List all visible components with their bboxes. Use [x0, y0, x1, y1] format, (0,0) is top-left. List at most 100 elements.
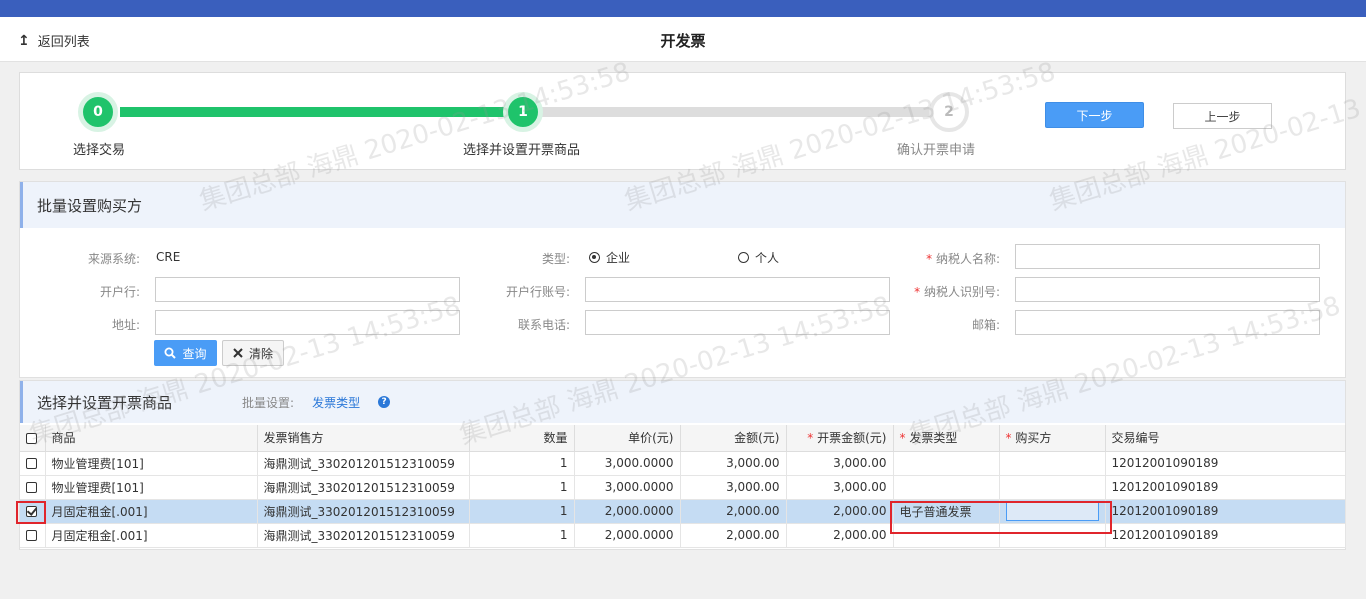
email-label: 邮箱: [971, 318, 1000, 332]
buyer-panel-heading: 批量设置购买方 [20, 182, 1345, 228]
cell-qty: 1 [469, 499, 575, 524]
row-checkbox[interactable] [26, 482, 37, 493]
cell-amount: 3,000.00 [680, 475, 787, 500]
taxpayer-id-label: * 纳税人识别号: [914, 285, 1000, 299]
step-2-label: 确认开票申请 [897, 143, 976, 158]
table-row[interactable]: 物业管理费[101] 海鼎测试_330201201512310059 1 3,000.… [20, 451, 1346, 476]
cell-buyer[interactable] [999, 523, 1106, 548]
cell-buyer[interactable] [999, 451, 1106, 476]
goods-heading-text: 选择并设置开票商品 [37, 393, 173, 412]
select-all-checkbox[interactable] [26, 432, 37, 444]
address-label: 地址: [111, 318, 140, 332]
query-button[interactable]: 查询 [154, 340, 217, 366]
cell-invoice-type[interactable]: 电子普通发票 [893, 499, 1000, 524]
cell-invoice-type[interactable] [893, 523, 1000, 548]
required-mark: * [914, 285, 921, 299]
row-checkbox-cell[interactable] [20, 451, 46, 476]
type-individual-label: 个人 [755, 251, 780, 265]
buyer-cell-input[interactable] [1005, 501, 1099, 521]
cell-invoice-amount: 3,000.00 [786, 475, 894, 500]
next-step-button[interactable]: 下一步 [1045, 102, 1144, 128]
col-invoice-amount: * 开票金额(元) [786, 425, 894, 452]
goods-table: 商品 发票销售方 数量 单价(元) 金额(元) * 开票金额(元) * 发票类型… [20, 425, 1346, 548]
step-1-circle: 1 [503, 92, 543, 132]
col-buyer: * 购买方 [999, 425, 1106, 452]
cell-invoice-type[interactable] [893, 451, 1000, 476]
prev-step-button[interactable]: 上一步 [1173, 103, 1272, 129]
type-radio-individual[interactable]: 个人 [738, 249, 779, 266]
select-all-cell[interactable] [20, 425, 46, 452]
row-checkbox[interactable] [26, 530, 37, 541]
cell-invoice-type[interactable] [893, 475, 1000, 500]
cell-trade-no: 12012001090189 [1105, 475, 1346, 500]
cell-buyer[interactable] [999, 499, 1106, 524]
col-qty: 数量 [469, 425, 575, 452]
page-header: ↥ 返回列表 开发票 [0, 17, 1366, 62]
row-checkbox-cell[interactable] [20, 523, 46, 548]
cell-amount: 2,000.00 [680, 523, 787, 548]
cell-seller: 海鼎测试_330201201512310059 [257, 499, 470, 524]
table-row[interactable]: 物业管理费[101] 海鼎测试_330201201512310059 1 3,000.… [20, 475, 1346, 500]
cell-product: 物业管理费[101] [45, 451, 258, 476]
cell-amount: 2,000.00 [680, 499, 787, 524]
step-2-circle: 2 [929, 92, 969, 132]
progress-line-done [120, 107, 525, 117]
col-price: 单价(元) [574, 425, 681, 452]
checkbox-checked-icon[interactable] [26, 506, 37, 517]
page-title: 开发票 [660, 32, 706, 50]
cell-seller: 海鼎测试_330201201512310059 [257, 475, 470, 500]
bank-label: 开户行: [99, 285, 140, 299]
help-icon[interactable]: ? [378, 396, 391, 408]
cell-qty: 1 [469, 451, 575, 476]
bank-account-label: 开户行账号: [505, 285, 570, 299]
type-radio-enterprise[interactable]: 企业 [589, 249, 630, 266]
address-input[interactable] [155, 310, 460, 335]
phone-input[interactable] [585, 310, 890, 335]
table-row[interactable]: 月固定租金[.001] 海鼎测试_330201201512310059 1 2,000… [20, 499, 1346, 524]
taxpayer-name-input[interactable] [1015, 244, 1320, 269]
row-checkbox-cell[interactable] [20, 475, 46, 500]
search-icon [164, 347, 177, 359]
batch-invoice-type-link[interactable]: 发票类型 [312, 394, 360, 411]
clear-button[interactable]: 清除 [222, 340, 284, 366]
taxpayer-id-input[interactable] [1015, 277, 1320, 302]
table-header-row: 商品 发票销售方 数量 单价(元) 金额(元) * 开票金额(元) * 发票类型… [20, 425, 1346, 452]
row-checkbox[interactable] [26, 458, 37, 469]
col-seller: 发票销售方 [257, 425, 470, 452]
cell-trade-no: 12012001090189 [1105, 499, 1346, 524]
batch-settings-label: 批量设置: [242, 395, 295, 410]
email-input[interactable] [1015, 310, 1320, 335]
cell-trade-no: 12012001090189 [1105, 451, 1346, 476]
col-trade-no: 交易编号 [1105, 425, 1346, 452]
cell-product: 月固定租金[.001] [45, 499, 258, 524]
phone-label: 联系电话: [517, 318, 570, 332]
cell-qty: 1 [469, 475, 575, 500]
cell-product: 物业管理费[101] [45, 475, 258, 500]
step-0-circle: 0 [78, 92, 118, 132]
table-row[interactable]: 月固定租金[.001] 海鼎测试_330201201512310059 1 2,000… [20, 523, 1346, 548]
clear-label: 清除 [248, 346, 273, 361]
cell-price: 3,000.0000 [574, 475, 681, 500]
cell-price: 3,000.0000 [574, 451, 681, 476]
required-mark: * [926, 252, 933, 266]
cell-amount: 3,000.00 [680, 451, 787, 476]
close-icon [233, 348, 243, 358]
radio-unchecked-icon [738, 252, 749, 263]
step-progress: 0 选择交易 1 选择并设置开票商品 2 确认开票申请 下一步 上一步 [19, 72, 1346, 170]
cell-buyer[interactable] [999, 475, 1106, 500]
cell-qty: 1 [469, 523, 575, 548]
cell-seller: 海鼎测试_330201201512310059 [257, 523, 470, 548]
top-bar [0, 0, 1366, 17]
buyer-settings-panel: 批量设置购买方 来源系统: CRE 类型: 企业 个人 * 纳税人名称: 开户行… [19, 181, 1346, 378]
row-checkbox-cell[interactable] [20, 499, 46, 524]
type-enterprise-label: 企业 [606, 251, 631, 265]
progress-line-todo [525, 107, 948, 117]
bank-account-input[interactable] [585, 277, 890, 302]
cell-product: 月固定租金[.001] [45, 523, 258, 548]
bank-input[interactable] [155, 277, 460, 302]
cell-seller: 海鼎测试_330201201512310059 [257, 451, 470, 476]
taxpayer-name-label: * 纳税人名称: [926, 252, 1000, 266]
col-amount: 金额(元) [680, 425, 787, 452]
step-0-label: 选择交易 [73, 143, 126, 158]
goods-panel: 选择并设置开票商品 批量设置: 发票类型 ? 商品 发票销售方 数量 单价(元)… [19, 380, 1346, 550]
